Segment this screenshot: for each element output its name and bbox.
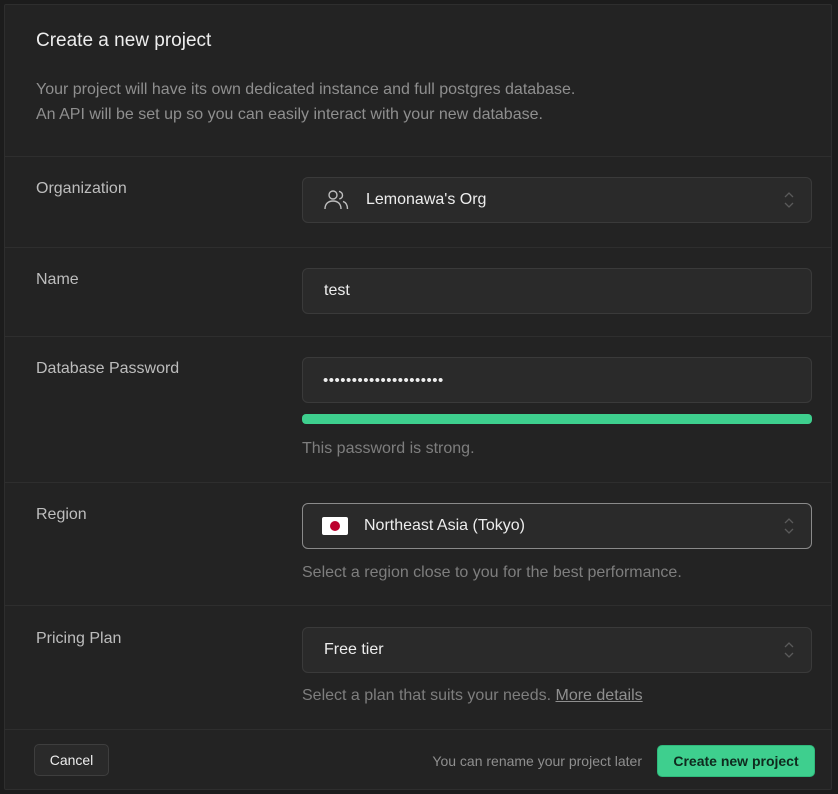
password-strength-text: This password is strong. xyxy=(302,440,475,457)
divider xyxy=(5,336,831,337)
divider xyxy=(5,482,831,483)
cancel-button[interactable]: Cancel xyxy=(34,744,109,776)
region-help: Select a region close to you for the bes… xyxy=(302,564,682,581)
japan-flag-icon xyxy=(322,517,348,535)
region-select[interactable]: Northeast Asia (Tokyo) xyxy=(302,503,812,549)
dialog-title: Create a new project xyxy=(36,30,212,51)
pricing-label: Pricing Plan xyxy=(36,630,122,647)
dialog-description: Your project will have its own dedicated… xyxy=(36,77,575,127)
users-icon xyxy=(322,189,350,211)
region-label: Region xyxy=(36,506,87,523)
password-strength-fill xyxy=(302,414,812,424)
divider xyxy=(5,729,831,730)
divider xyxy=(5,156,831,157)
pricing-select[interactable]: Free tier xyxy=(302,627,812,673)
pricing-value: Free tier xyxy=(324,641,384,658)
chevron-updown-icon xyxy=(783,640,795,660)
divider xyxy=(5,247,831,248)
pricing-help-text: Select a plan that suits your needs. xyxy=(302,687,552,704)
description-line-2: An API will be set up so you can easily … xyxy=(36,106,543,123)
organization-value: Lemonawa's Org xyxy=(366,191,487,208)
pricing-help: Select a plan that suits your needs. Mor… xyxy=(302,687,643,705)
name-value: test xyxy=(324,282,350,299)
rename-note: You can rename your project later xyxy=(432,753,642,769)
more-details-link[interactable]: More details xyxy=(556,687,643,704)
divider xyxy=(5,605,831,606)
chevron-updown-icon xyxy=(783,516,795,536)
organization-select[interactable]: Lemonawa's Org xyxy=(302,177,812,223)
password-input[interactable]: ••••••••••••••••••••• xyxy=(302,357,812,403)
name-label: Name xyxy=(36,271,79,288)
password-strength-bar xyxy=(302,414,812,424)
create-project-dialog: Create a new project Your project will h… xyxy=(4,4,832,790)
description-line-1: Your project will have its own dedicated… xyxy=(36,81,576,98)
region-value: Northeast Asia (Tokyo) xyxy=(364,517,525,534)
create-project-button[interactable]: Create new project xyxy=(657,745,815,777)
name-input[interactable]: test xyxy=(302,268,812,314)
organization-label: Organization xyxy=(36,180,127,197)
dialog-header: Create a new project Your project will h… xyxy=(5,5,831,157)
password-value: ••••••••••••••••••••• xyxy=(323,371,444,389)
chevron-updown-icon xyxy=(783,190,795,210)
password-label: Database Password xyxy=(36,360,180,377)
